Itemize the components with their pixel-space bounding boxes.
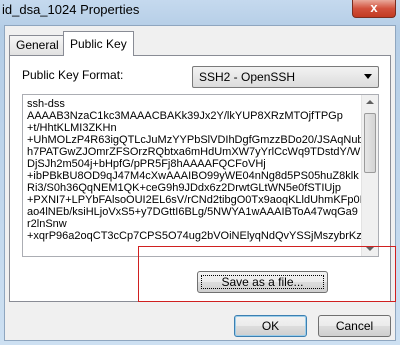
public-key-format-value: SSH2 - OpenSSH: [199, 70, 296, 84]
properties-window: id_dsa_1024 Properties x General Public …: [0, 0, 400, 345]
focus-rectangle: [201, 275, 324, 289]
close-icon: x: [370, 0, 378, 15]
public-key-format-select[interactable]: SSH2 - OpenSSH: [192, 66, 379, 88]
window-title: id_dsa_1024 Properties: [2, 2, 140, 17]
tab-general[interactable]: General: [9, 35, 66, 55]
public-key-textarea[interactable]: ssh-dss AAAAB3NzaC1kc3MAAACBAKk39Jx2Y/lk…: [22, 94, 379, 257]
tab-public-key[interactable]: Public Key: [63, 31, 134, 56]
save-as-file-button[interactable]: Save as a file...: [197, 271, 328, 293]
vertical-scrollbar[interactable]: [361, 95, 378, 256]
ok-button[interactable]: OK: [234, 315, 307, 337]
public-key-panel: Public Key Format: SSH2 - OpenSSH ssh-ds…: [9, 55, 391, 302]
cancel-button[interactable]: Cancel: [318, 315, 391, 337]
title-bar[interactable]: id_dsa_1024 Properties x: [0, 0, 400, 22]
scroll-down-icon[interactable]: [366, 247, 374, 251]
public-key-format-label: Public Key Format:: [22, 68, 124, 82]
chevron-down-icon[interactable]: [364, 74, 372, 79]
public-key-text[interactable]: ssh-dss AAAAB3NzaC1kc3MAAACBAKk39Jx2Y/lk…: [27, 98, 371, 242]
scroll-up-icon[interactable]: [366, 100, 374, 104]
dialog-client-area: General Public Key Public Key Format: SS…: [4, 25, 396, 341]
close-button[interactable]: x: [352, 0, 396, 18]
scrollbar-thumb[interactable]: [364, 113, 376, 173]
